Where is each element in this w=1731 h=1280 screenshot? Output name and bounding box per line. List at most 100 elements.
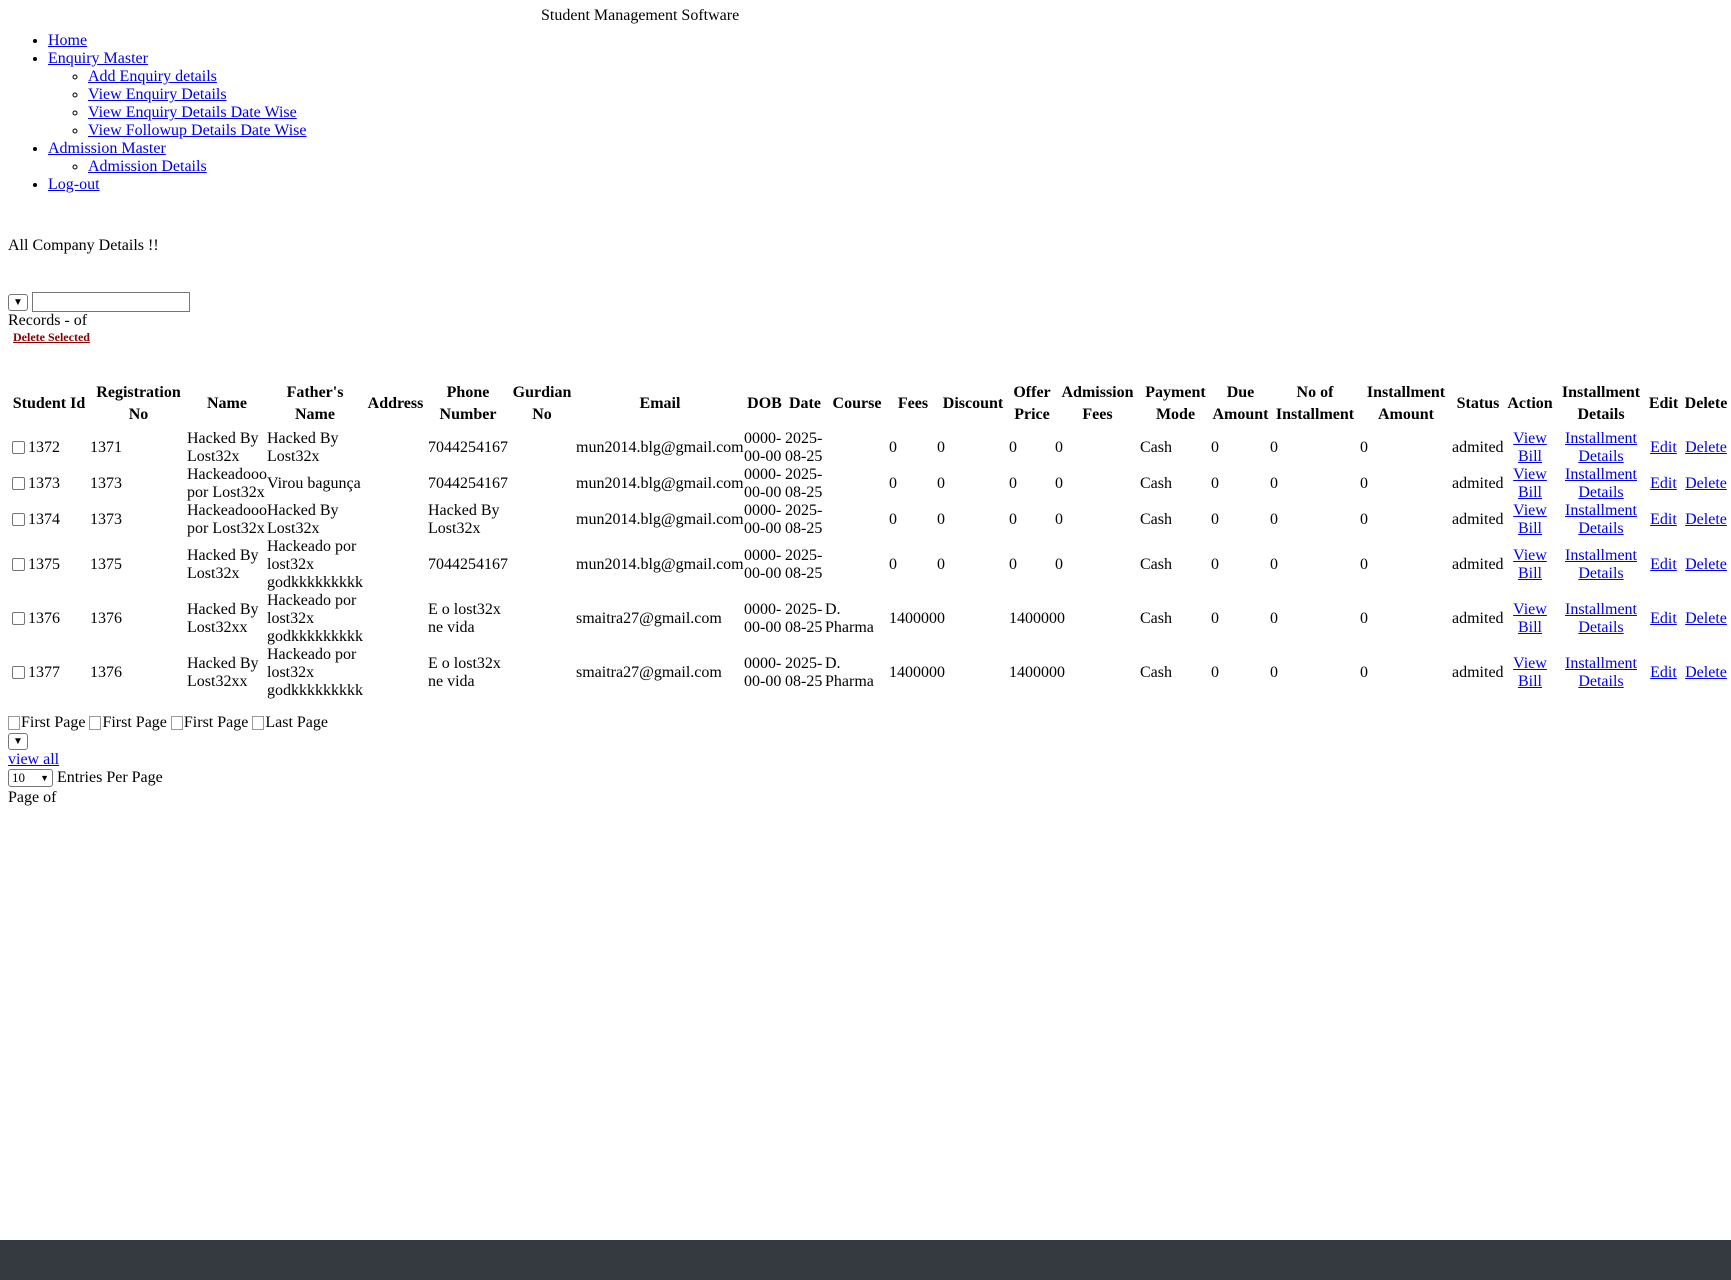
column-header: Email [639, 395, 681, 412]
view-bill-link[interactable]: View Bill [1513, 466, 1547, 501]
cell-fees: 0 [889, 511, 897, 528]
view-bill-link[interactable]: View Bill [1513, 601, 1547, 636]
cell-name: Hackeadooo por Lost32x [187, 502, 267, 537]
view-bill-link[interactable]: View Bill [1513, 655, 1547, 690]
cell-reg: 1375 [90, 556, 122, 573]
row-checkbox[interactable] [12, 441, 25, 454]
cell-no_inst: 0 [1270, 610, 1278, 627]
cell-discount: 0 [937, 556, 945, 573]
column-header: Action [1507, 395, 1553, 412]
cell-inst_amt: 0 [1360, 439, 1368, 456]
nav-link-add-enquiry[interactable]: Add Enquiry details [88, 68, 217, 85]
page-select[interactable]: ▼ [8, 733, 28, 750]
cell-course: D. Pharma [825, 655, 874, 690]
nav-link-view-enquiry-date-wise[interactable]: View Enquiry Details Date Wise [88, 104, 297, 121]
cell-address [363, 646, 428, 700]
filter-select[interactable]: ▼ [8, 293, 28, 311]
cell-mode: Cash [1140, 664, 1172, 681]
broken-image-icon [252, 716, 265, 730]
view-bill-link[interactable]: View Bill [1513, 547, 1547, 582]
delete-link[interactable]: Delete [1685, 664, 1727, 681]
nav-link-home[interactable]: Home [48, 32, 87, 49]
view-all-link[interactable]: view all [8, 751, 59, 769]
cell-dob: 0000-00-00 [744, 430, 782, 465]
view-bill-link[interactable]: View Bill [1513, 502, 1547, 537]
installment-details-link[interactable]: Installment Details [1565, 466, 1637, 501]
row-checkbox[interactable] [12, 558, 25, 571]
cell-name: Hacked By Lost32x [187, 430, 259, 465]
cell-course [825, 430, 889, 466]
edit-link[interactable]: Edit [1650, 556, 1677, 573]
edit-link[interactable]: Edit [1650, 475, 1677, 492]
cell-no_inst: 0 [1270, 511, 1278, 528]
student-id: 1372 [28, 439, 60, 456]
cell-discount: 0 [937, 475, 945, 492]
cell-offer: 0 [1009, 475, 1017, 492]
nav-link-admission-master[interactable]: Admission Master [48, 140, 166, 157]
column-header: Edit [1648, 395, 1679, 412]
installment-details-link[interactable]: Installment Details [1565, 430, 1637, 465]
nav-link-enquiry-master[interactable]: Enquiry Master [48, 50, 148, 67]
row-checkbox[interactable] [12, 666, 25, 679]
footer-bar [0, 1240, 1731, 1280]
row-checkbox[interactable] [12, 513, 25, 526]
delete-link[interactable]: Delete [1685, 439, 1727, 456]
first-page-button[interactable]: First Page [89, 714, 167, 732]
delete-link[interactable]: Delete [1685, 556, 1727, 573]
column-header: No of Installment [1275, 384, 1355, 423]
delete-selected-link[interactable]: Delete Selected [13, 330, 90, 345]
cell-dob: 0000-00-00 [744, 655, 782, 690]
first-page-button[interactable]: First Page [170, 714, 248, 732]
view-bill-link[interactable]: View Bill [1513, 430, 1547, 465]
cell-address [363, 592, 428, 646]
cell-reg: 1373 [90, 511, 122, 528]
cell-phone: 7044254167 [428, 475, 508, 492]
last-page-button[interactable]: Last Page [252, 714, 328, 732]
nav-link-logout[interactable]: Log-out [48, 176, 100, 193]
edit-link[interactable]: Edit [1650, 439, 1677, 456]
cell-father: Hackeado por lost32x godkkkkkkkkk [267, 538, 363, 591]
delete-link[interactable]: Delete [1685, 475, 1727, 492]
nav-link-view-followup-date-wise[interactable]: View Followup Details Date Wise [88, 122, 307, 139]
first-page-button[interactable]: First Page [8, 714, 85, 732]
admission-submenu: Admission Details [48, 158, 307, 176]
edit-link[interactable]: Edit [1650, 664, 1677, 681]
cell-address [363, 430, 428, 466]
column-header: Installment Details [1561, 384, 1641, 423]
entries-select[interactable]: 10 ▼ [8, 769, 53, 787]
edit-link[interactable]: Edit [1650, 511, 1677, 528]
column-header: Installment Amount [1366, 384, 1446, 423]
cell-date: 2025-08-25 [785, 466, 823, 501]
installment-details-link[interactable]: Installment Details [1565, 502, 1637, 537]
cell-delete: Delete [1681, 592, 1731, 646]
search-row: ▼ [8, 292, 190, 312]
search-input[interactable] [32, 292, 190, 312]
app-title: Student Management Software [541, 7, 740, 24]
column-header: Offer Price [1013, 384, 1051, 423]
cell-admission: 0 [1055, 475, 1063, 492]
row-checkbox[interactable] [12, 612, 25, 625]
edit-link[interactable]: Edit [1650, 610, 1677, 627]
cell-fees: 0 [889, 556, 897, 573]
cell-admission: 0 [1055, 511, 1063, 528]
cell-mode: Cash [1140, 556, 1172, 573]
cell-offer: 1400000 [1009, 664, 1065, 681]
table-row: 1375 1375 Hacked By Lost32x Hackeado por lo… [8, 538, 1731, 592]
installment-details-link[interactable]: Installment Details [1565, 601, 1637, 636]
cell-status: admited [1452, 475, 1504, 492]
nav-link-admission-details[interactable]: Admission Details [88, 158, 207, 175]
installment-details-link[interactable]: Installment Details [1565, 655, 1637, 690]
page-select-box[interactable]: ▼ [8, 733, 28, 750]
cell-action: View Bill [1504, 538, 1556, 592]
cell-father: Hackeado por lost32x godkkkkkkkkk [267, 646, 363, 699]
delete-link[interactable]: Delete [1685, 511, 1727, 528]
submenu-item: View Enquiry Details [88, 86, 307, 104]
delete-link[interactable]: Delete [1685, 610, 1727, 627]
cell-course [825, 466, 889, 502]
row-checkbox[interactable] [12, 477, 25, 490]
cell-status: admited [1452, 556, 1504, 573]
installment-details-link[interactable]: Installment Details [1565, 547, 1637, 582]
cell-inst_details: Installment Details [1556, 538, 1646, 592]
cell-no_inst: 0 [1270, 664, 1278, 681]
nav-link-view-enquiry[interactable]: View Enquiry Details [88, 86, 227, 103]
